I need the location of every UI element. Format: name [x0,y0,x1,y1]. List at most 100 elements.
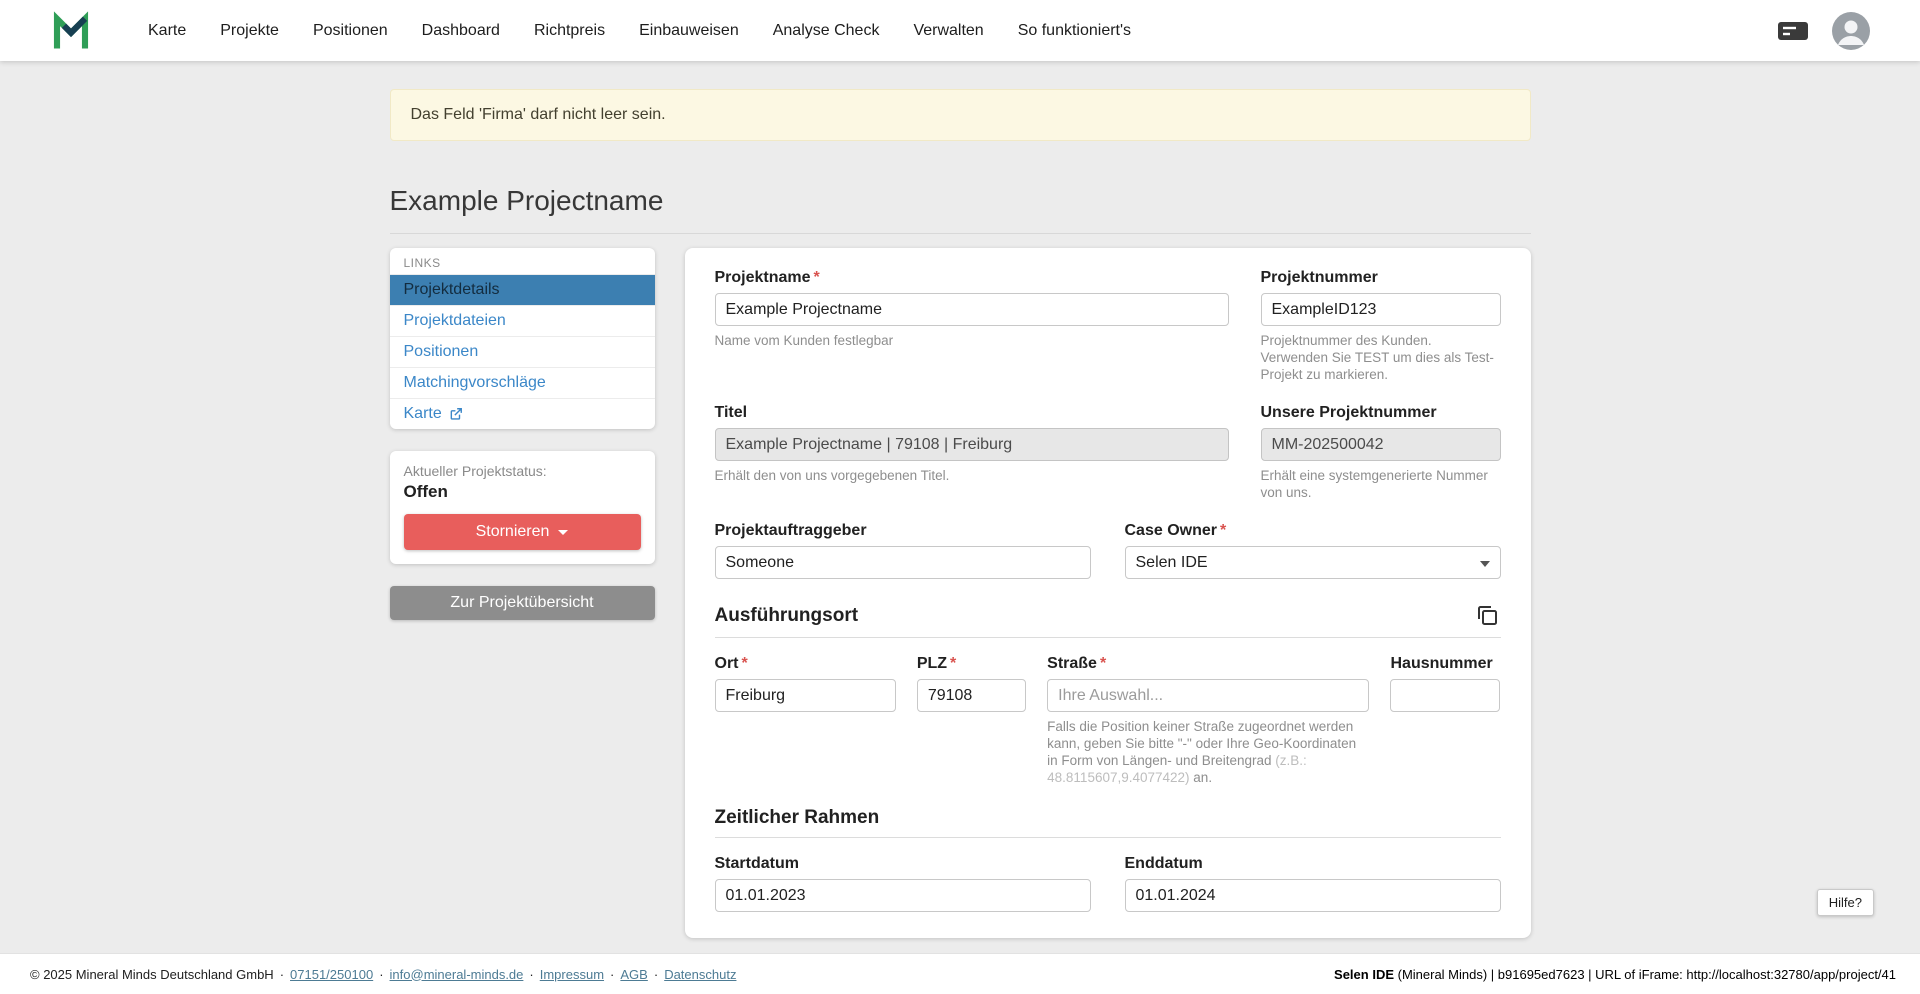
projektnummer-helper: Projektnummer des Kunden. Verwenden Sie … [1261,332,1501,383]
nav-item-positionen[interactable]: Positionen [313,22,388,40]
strasse-input[interactable] [1047,679,1369,712]
strasse-field: Straße* Falls die Position keiner Straße… [1047,654,1369,786]
case-owner-label: Case Owner* [1125,521,1501,540]
required-asterisk: * [1220,522,1226,539]
nav-item-analyse-check[interactable]: Analyse Check [773,22,880,40]
caret-down-icon [558,530,568,535]
startdatum-input[interactable] [715,879,1091,912]
sidebar-item-label: Positionen [404,343,479,361]
projektnummer-input[interactable] [1261,293,1501,326]
footer-separator: · [654,967,658,982]
enddatum-field: Enddatum [1125,854,1501,912]
user-avatar-icon [1832,12,1870,50]
startdatum-label: Startdatum [715,854,1091,873]
section-heading-ausfuehrungsort: Ausführungsort [715,604,859,627]
sidebar-item-projektdetails[interactable]: Projektdetails [390,274,655,305]
footer-link-agb[interactable]: AGB [620,967,647,982]
unsere-projektnummer-field: Unsere Projektnummer Erhält eine systemg… [1261,403,1501,501]
section-heading-zeitlicher-rahmen: Zeitlicher Rahmen [715,806,880,829]
nav-item-verwalten[interactable]: Verwalten [913,22,983,40]
sidebar-item-positionen[interactable]: Positionen [390,336,655,367]
required-asterisk: * [742,655,748,672]
footer-user-name: Selen IDE [1334,967,1394,982]
section-divider [715,637,1501,638]
plz-input[interactable] [917,679,1026,712]
projektnummer-label: Projektnummer [1261,268,1501,287]
projektname-helper: Name vom Kunden festlegbar [715,332,1229,349]
nav-item-karte[interactable]: Karte [148,22,186,40]
plz-field: PLZ* [917,654,1026,786]
stornieren-button[interactable]: Stornieren [404,514,641,550]
projektname-label: Projektname* [715,268,1229,287]
server-icon [1776,18,1810,44]
titel-input [715,428,1229,461]
nav-item-dashboard[interactable]: Dashboard [422,22,500,40]
footer-separator: · [280,967,284,982]
enddatum-input[interactable] [1125,879,1501,912]
projektauftraggeber-field: Projektauftraggeber [715,521,1091,579]
footer-link-impressum[interactable]: Impressum [540,967,604,982]
nav-item-einbauweisen[interactable]: Einbauweisen [639,22,739,40]
links-header: LINKS [390,248,655,274]
footer-link-phone[interactable]: 07151/250100 [290,967,373,982]
projektname-input[interactable] [715,293,1229,326]
case-owner-select[interactable]: Selen IDE [1125,546,1501,579]
nav-item-richtpreis[interactable]: Richtpreis [534,22,605,40]
page-title: Example Projectname [390,185,1531,217]
nav-item-so-funktionierts[interactable]: So funktioniert's [1018,22,1131,40]
top-navbar: Karte Projekte Positionen Dashboard Rich… [0,0,1920,61]
footer-separator: · [529,967,533,982]
footer-copyright: © 2025 Mineral Minds Deutschland GmbH [30,967,274,982]
footer-user-info: Selen IDE (Mineral Minds) | b91695ed7623… [1334,967,1896,982]
unsere-projektnummer-label: Unsere Projektnummer [1261,403,1501,422]
ort-label: Ort* [715,654,896,673]
project-overview-button[interactable]: Zur Projektübersicht [390,586,655,620]
external-link-icon [449,407,463,421]
status-label: Aktueller Projektstatus: [404,463,641,479]
footer-separator: · [379,967,383,982]
case-owner-value: Selen IDE [1136,554,1208,572]
page-content: Das Feld 'Firma' darf nicht leer sein. E… [390,89,1531,938]
user-menu-button[interactable] [1832,12,1870,50]
validation-alert: Das Feld 'Firma' darf nicht leer sein. [390,89,1531,141]
projektnummer-field: Projektnummer Projektnummer des Kunden. … [1261,268,1501,383]
sidebar-links-card: LINKS Projektdetails Projektdateien Posi… [390,248,655,429]
projektauftraggeber-label: Projektauftraggeber [715,521,1091,540]
required-asterisk: * [1100,655,1106,672]
help-button[interactable]: Hilfe? [1817,889,1874,916]
copy-button[interactable] [1473,601,1501,629]
hausnummer-field: Hausnummer [1390,654,1500,786]
nav-item-projekte[interactable]: Projekte [220,22,279,40]
sidebar-item-label: Matchingvorschläge [404,374,546,392]
required-asterisk: * [814,269,820,286]
footer-separator: · [610,967,614,982]
sidebar-item-matchingvorschlaege[interactable]: Matchingvorschläge [390,367,655,398]
sidebar-item-karte[interactable]: Karte [390,398,655,429]
title-divider [390,233,1531,234]
ort-input[interactable] [715,679,896,712]
project-details-form: Projektname* Name vom Kunden festlegbar … [685,248,1531,938]
hausnummer-input[interactable] [1390,679,1500,712]
main-nav: Karte Projekte Positionen Dashboard Rich… [148,22,1131,40]
sidebar-item-projektdateien[interactable]: Projektdateien [390,305,655,336]
project-status-card: Aktueller Projektstatus: Offen Storniere… [390,451,655,564]
projektauftraggeber-input[interactable] [715,546,1091,579]
navbar-right [1776,12,1870,50]
status-value: Offen [404,482,641,502]
case-owner-field: Case Owner* Selen IDE [1125,521,1501,579]
sidebar-item-label: Projektdateien [404,312,506,330]
ort-field: Ort* [715,654,896,786]
strasse-helper: Falls die Position keiner Straße zugeord… [1047,718,1369,786]
stornieren-label: Stornieren [476,523,550,541]
footer-link-email[interactable]: info@mineral-minds.de [390,967,524,982]
server-icon-button[interactable] [1776,18,1810,44]
required-asterisk: * [950,655,956,672]
unsere-projektnummer-input [1261,428,1501,461]
sidebar: LINKS Projektdetails Projektdateien Posi… [390,248,655,620]
titel-helper: Erhält den von uns vorgegebenen Titel. [715,467,1229,484]
footer-link-datenschutz[interactable]: Datenschutz [664,967,736,982]
plz-label: PLZ* [917,654,1026,673]
brand-logo-icon[interactable] [50,10,92,52]
titel-label: Titel [715,403,1229,422]
hausnummer-label: Hausnummer [1390,654,1500,673]
